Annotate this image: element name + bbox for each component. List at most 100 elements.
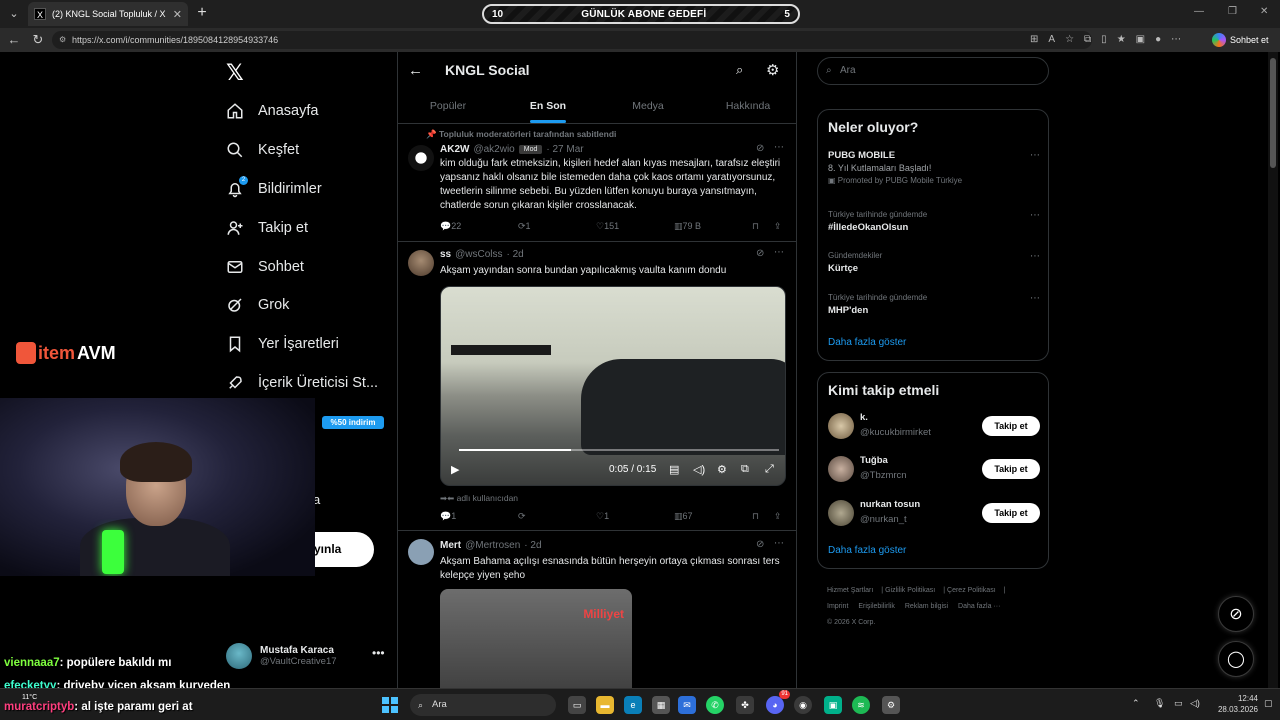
tweet-time[interactable]: · 2d	[507, 249, 524, 260]
site-info-icon[interactable]: ⚙	[59, 31, 66, 49]
maximize-button[interactable]: ❐	[1228, 6, 1237, 17]
video-player[interactable]: ▶ 0:05 / 0:15 ▤ ◁) ⚙ ⧉ ⤢	[440, 286, 786, 486]
trend-item[interactable]: Türkiye tarihinde gündemde #İlledeOkanOl…	[828, 210, 1040, 233]
messages-fab-button[interactable]: ◯	[1218, 641, 1254, 677]
footer-link[interactable]: Hizmet Şartları	[827, 587, 873, 594]
suggested-user[interactable]: nurkan tosun @nurkan_t Takip et	[828, 498, 1040, 528]
nav-explore[interactable]: Keşfet	[226, 138, 299, 162]
footer-link[interactable]: Daha fazla ···	[958, 603, 1000, 610]
network-icon[interactable]: ▭	[1174, 698, 1183, 709]
nav-bookmarks[interactable]: Yer İşaretleri	[226, 332, 339, 356]
mail-app-icon[interactable]: ✉	[678, 696, 696, 714]
chrome-icon[interactable]: ◉	[794, 696, 812, 714]
app-icon[interactable]: ✤	[736, 696, 754, 714]
avatar[interactable]	[408, 145, 434, 171]
tab-list-dropdown-icon[interactable]: ⌄	[4, 4, 24, 24]
grok-icon[interactable]: ⊘	[756, 248, 764, 259]
footer-link[interactable]: Çerez Politikası	[947, 587, 996, 594]
back-arrow-icon[interactable]: ←	[408, 62, 423, 79]
tab-about[interactable]: Hakkında	[698, 90, 796, 123]
tweet-image-thumbnail[interactable]: Milliyet	[440, 589, 632, 688]
search-input[interactable]: ⌕ Ara	[817, 57, 1049, 85]
app-icon[interactable]: ⊞	[1030, 34, 1038, 45]
nav-home[interactable]: Anasayfa	[226, 99, 318, 123]
footer-link[interactable]: Reklam bilgisi	[905, 603, 948, 610]
share-icon[interactable]: ⇪	[774, 511, 782, 522]
video-source[interactable]: ➡⬅ adlı kullanıcıdan	[440, 493, 518, 504]
copilot-chat-button[interactable]: Sohbet et	[1212, 30, 1269, 50]
store-icon[interactable]: ▦	[652, 696, 670, 714]
close-window-button[interactable]: ✕	[1260, 6, 1268, 17]
weather-widget[interactable]: 11°C	[22, 694, 37, 701]
settings-icon[interactable]: ⚙	[882, 696, 900, 714]
discord-icon[interactable]: ◕ 91	[766, 690, 790, 714]
browser-tab[interactable]: X (2) KNGL Social Topluluk / X ✕	[28, 2, 188, 26]
tab-media[interactable]: Medya	[598, 90, 698, 123]
avatar[interactable]	[408, 250, 434, 276]
more-icon[interactable]: ⋯	[774, 538, 784, 549]
trend-more-icon[interactable]: ⋯	[1030, 251, 1040, 262]
system-clock[interactable]: 12:44 28.03.2026	[1208, 693, 1258, 715]
scrollbar-thumb[interactable]	[1270, 58, 1276, 168]
views-button[interactable]: ▥ 79 B	[674, 221, 701, 232]
footer-link[interactable]: Imprint	[827, 603, 848, 610]
fullscreen-icon[interactable]: ⤢	[765, 463, 774, 476]
follow-button[interactable]: Takip et	[982, 459, 1040, 479]
author-handle[interactable]: @ak2wio	[473, 144, 514, 155]
search-icon[interactable]: ⌕	[736, 62, 743, 78]
author-name[interactable]: Mert	[440, 540, 461, 551]
like-button[interactable]: ♡ 151	[596, 221, 619, 232]
notifications-icon[interactable]: ▢	[1264, 698, 1273, 709]
back-icon[interactable]: ←	[6, 32, 22, 48]
task-view-icon[interactable]: ▭	[568, 696, 586, 714]
reply-button[interactable]: 💬 22	[440, 221, 461, 232]
more-menu-icon[interactable]: ⋯	[1171, 34, 1181, 45]
author-name[interactable]: AK2W	[440, 144, 469, 155]
share-icon[interactable]: ⇪	[774, 221, 782, 232]
favorites-icon[interactable]: ★	[1117, 34, 1126, 45]
account-switcher[interactable]: Mustafa Karaca @VaultCreative17 •••	[226, 640, 386, 672]
pip-icon[interactable]: ⧉	[741, 463, 749, 476]
like-button[interactable]: ♡ 1	[596, 511, 609, 522]
grok-icon[interactable]: ⊘	[756, 539, 764, 550]
trends-show-more[interactable]: Daha fazla göster	[828, 337, 906, 348]
suggested-user[interactable]: k. @kucukbirmirket Takip et	[828, 411, 1040, 441]
collections-icon[interactable]: ▣	[1136, 34, 1145, 45]
microphone-icon[interactable]: 🎙	[1154, 698, 1165, 709]
repost-button[interactable]: ⟳	[518, 511, 526, 522]
spotify-icon[interactable]: ≋	[852, 696, 870, 714]
account-more-icon[interactable]: •••	[372, 646, 385, 660]
app-icon[interactable]: ▣	[824, 696, 842, 714]
edge-icon[interactable]: e	[624, 696, 642, 714]
gear-icon[interactable]: ⚙	[766, 61, 779, 79]
url-field[interactable]: ⚙ https://x.com/i/communities/1895084128…	[52, 31, 1092, 49]
nav-grok[interactable]: Grok	[226, 293, 289, 317]
author-handle[interactable]: @wsColss	[455, 249, 502, 260]
extensions-icon[interactable]: ⧉	[1084, 34, 1091, 45]
whatsapp-icon[interactable]: ✆	[706, 696, 724, 714]
x-logo-icon[interactable]: 𝕏	[226, 60, 246, 85]
nav-follow[interactable]: Takip et	[226, 216, 308, 240]
more-icon[interactable]: ⋯	[774, 142, 784, 153]
who-show-more[interactable]: Daha fazla göster	[828, 545, 906, 556]
repost-button[interactable]: ⟳ 1	[518, 221, 531, 232]
bookmark-icon[interactable]: ⊓	[752, 221, 759, 232]
page-scrollbar[interactable]	[1268, 52, 1278, 688]
author-handle[interactable]: @Mertrosen	[465, 540, 520, 551]
nav-creator-studio[interactable]: İçerik Üreticisi St...	[226, 371, 378, 395]
tab-popular[interactable]: Popüler	[398, 90, 498, 123]
views-button[interactable]: ▥ 67	[674, 511, 693, 522]
tweet-video[interactable]: ss @wsColss · 2d ⊘ ⋯ Akşam yayından sonr…	[398, 242, 796, 531]
split-screen-icon[interactable]: ▯	[1101, 34, 1107, 45]
profile-avatar-icon[interactable]: ●	[1155, 34, 1161, 45]
taskbar-search[interactable]: ⌕ Ara	[410, 694, 556, 716]
settings-icon[interactable]: ⚙	[717, 463, 727, 476]
grok-icon[interactable]: ⊘	[756, 143, 764, 154]
follow-button[interactable]: Takip et	[982, 503, 1040, 523]
bookmark-icon[interactable]: ⊓	[752, 511, 759, 522]
volume-icon[interactable]: ◁)	[1190, 698, 1200, 709]
read-aloud-icon[interactable]: A	[1048, 34, 1055, 45]
volume-icon[interactable]: ◁)	[693, 463, 705, 476]
tweet-time[interactable]: · 2d	[524, 540, 541, 551]
footer-link[interactable]: Gizlilik Politikası	[885, 587, 935, 594]
